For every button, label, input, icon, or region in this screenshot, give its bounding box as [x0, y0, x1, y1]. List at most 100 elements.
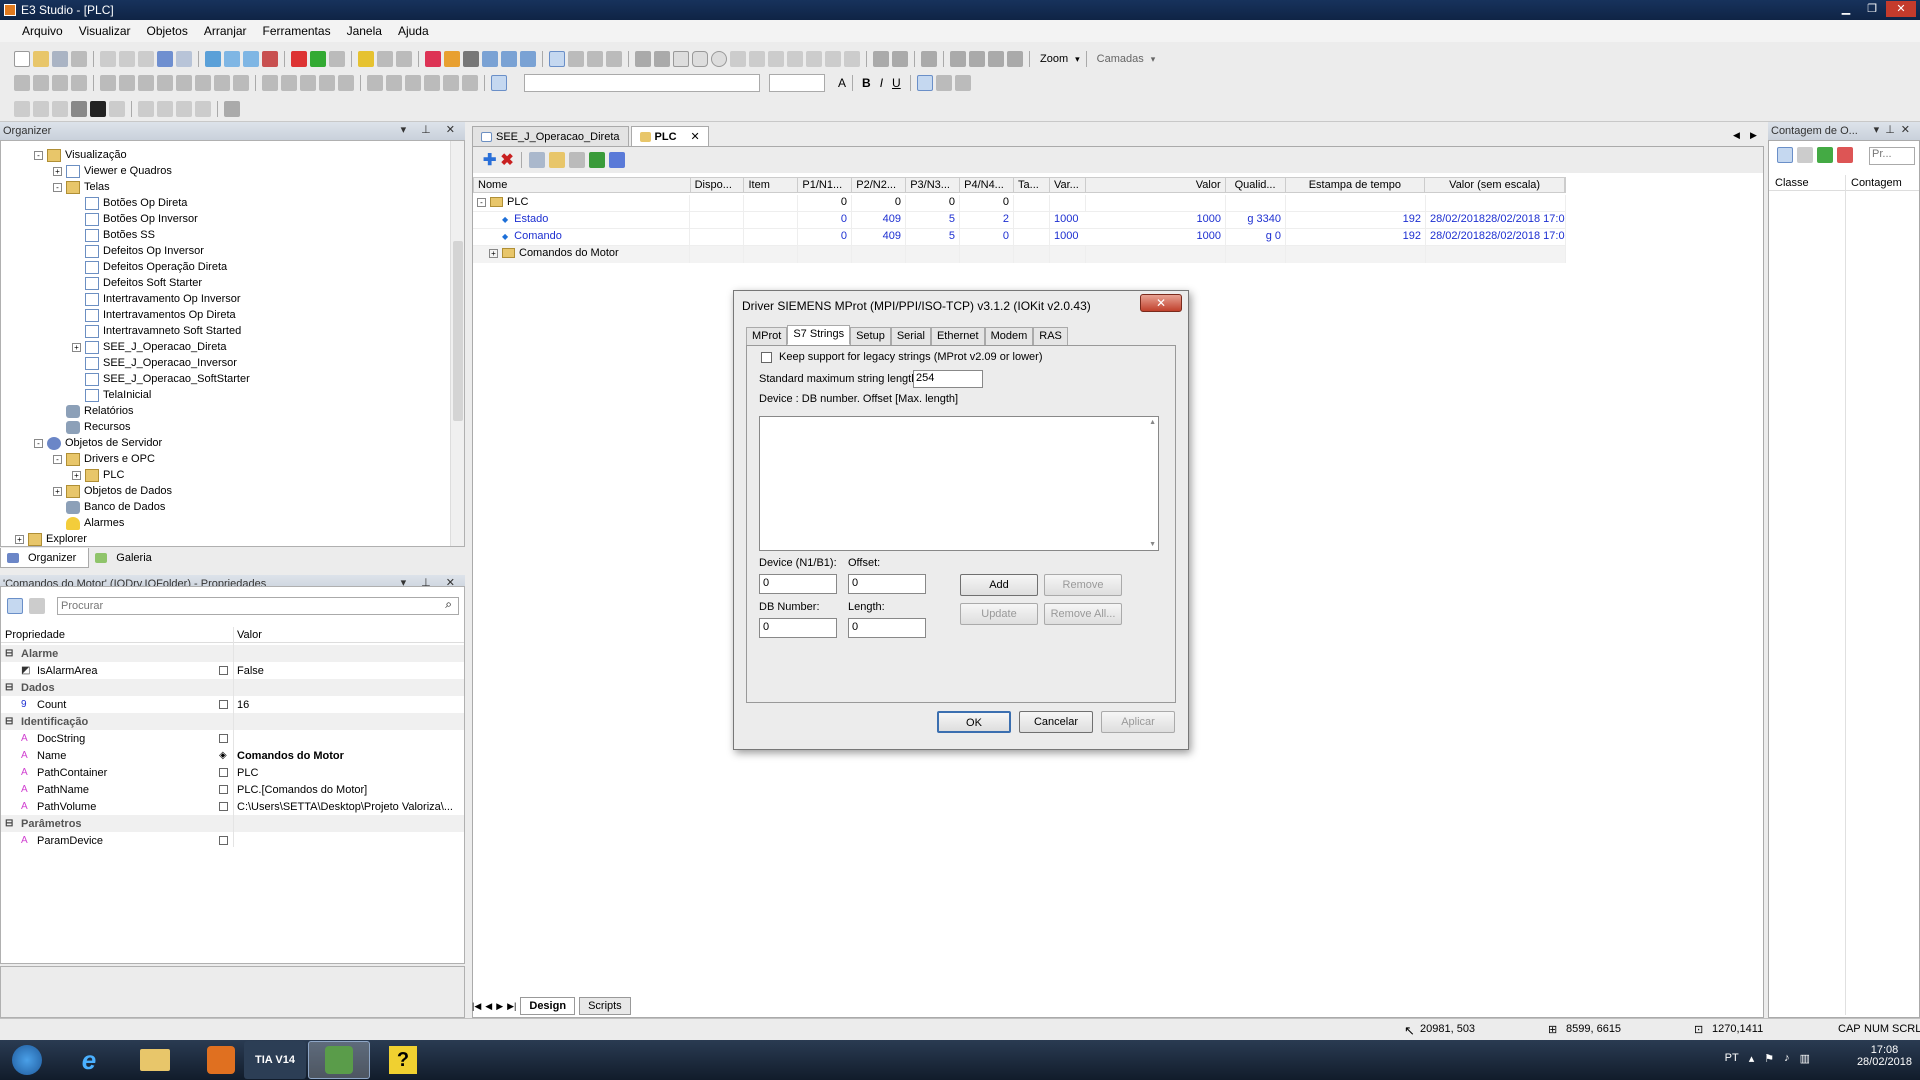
close-icon[interactable]: ✕ — [1886, 1, 1916, 17]
close-tab-icon[interactable]: ✕ — [691, 130, 700, 143]
tree-item[interactable]: Botões Op Inversor — [72, 211, 198, 227]
categorized-icon[interactable] — [7, 598, 23, 614]
update-button[interactable]: Update — [960, 603, 1038, 625]
object-count-buttons[interactable]: ▾⊥✕ — [1874, 123, 1916, 136]
tree-item[interactable]: + SEE_J_Operacao_Direta — [72, 339, 227, 355]
label-tool-icon[interactable] — [176, 75, 192, 91]
link-checkbox[interactable]: ◈ — [219, 751, 228, 761]
shadow-icon[interactable] — [138, 101, 154, 117]
grid-cell[interactable]: 5 — [906, 212, 960, 229]
column-header[interactable]: Valor — [1086, 178, 1226, 192]
tree-item[interactable]: + Objetos de Dados — [53, 483, 172, 499]
grid-cell[interactable] — [906, 246, 960, 263]
tree-item[interactable]: Defeitos Soft Starter — [72, 275, 202, 291]
grid-cell[interactable] — [1226, 195, 1286, 212]
tab-gallery[interactable]: Galeria — [89, 548, 163, 568]
link-checkbox[interactable] — [219, 836, 228, 845]
link-checkbox[interactable] — [219, 785, 228, 794]
tree-item[interactable]: Botões Op Direta — [72, 195, 187, 211]
stop-icon[interactable] — [291, 51, 307, 67]
list-scroll-down-icon[interactable]: ▼ — [1149, 541, 1156, 548]
grid-row[interactable]: ◆ Estado 0 409 5 2 1000 1000 g 3340 192 28/02/2018… — [473, 212, 1566, 229]
search-icon[interactable]: ⌕ — [445, 597, 452, 612]
line-icon[interactable] — [635, 51, 651, 67]
ellipse-icon[interactable] — [711, 51, 727, 67]
rectangle-icon[interactable] — [673, 51, 689, 67]
fmt2-icon[interactable] — [33, 75, 49, 91]
tab-ethernet[interactable]: Ethernet — [930, 327, 985, 345]
cut-icon[interactable] — [100, 51, 116, 67]
grid-cell[interactable] — [1286, 195, 1426, 212]
expand-icon[interactable]: + — [72, 470, 81, 480]
grid-cell[interactable]: 28/02/201828/02/2018 17:07:55,873 — [1426, 229, 1566, 246]
config-driver-icon[interactable] — [608, 152, 625, 168]
property-value[interactable]: False — [237, 665, 264, 677]
grid-cell[interactable]: 28/02/201828/02/2018 17:07:55,873 — [1426, 212, 1566, 229]
grid-cell[interactable]: g 3340 — [1226, 212, 1286, 229]
warning-icon[interactable] — [358, 51, 374, 67]
toggle-tool-icon[interactable] — [233, 75, 249, 91]
align-text-left-icon[interactable] — [916, 75, 933, 91]
tree-item[interactable]: Defeitos Operação Direta — [72, 259, 227, 275]
link-checkbox[interactable] — [219, 666, 228, 675]
delete-icon[interactable]: ✖ — [500, 150, 513, 170]
tab-see-j-operacao-direta[interactable]: SEE_J_Operacao_Direta — [472, 126, 629, 146]
align-icon[interactable] — [921, 51, 937, 67]
tree-item[interactable]: Intertravamento Op Inversor — [72, 291, 241, 307]
tab-mprot[interactable]: MProt — [746, 327, 788, 345]
spin-tool-icon[interactable] — [195, 75, 211, 91]
grid-cell[interactable] — [1014, 195, 1050, 212]
fill-icon[interactable] — [14, 101, 30, 117]
grid-cell[interactable]: 0 — [798, 212, 852, 229]
tree-item[interactable]: - Drivers e OPC — [53, 451, 155, 467]
collapse-icon[interactable]: - — [53, 454, 62, 464]
text-icon[interactable] — [806, 51, 822, 67]
flag-icon[interactable]: ⚑ — [1764, 1052, 1774, 1065]
polygon-icon[interactable] — [768, 51, 784, 67]
tab-setup[interactable]: Setup — [850, 327, 891, 345]
slider-tool-icon[interactable] — [157, 75, 173, 91]
pen-icon[interactable] — [749, 51, 765, 67]
paste-icon[interactable] — [138, 51, 154, 67]
edit2-icon[interactable] — [606, 51, 622, 67]
link-checkbox[interactable] — [219, 734, 228, 743]
menu-objetos[interactable]: Objetos — [139, 24, 196, 38]
line-width-icon[interactable] — [90, 101, 106, 117]
grid-cell[interactable] — [1426, 246, 1566, 263]
dialog-close-icon[interactable]: ✕ — [1140, 294, 1182, 312]
apply-button[interactable]: Aplicar — [1101, 711, 1175, 733]
layers-dropdown[interactable]: Camadas — [1093, 53, 1148, 65]
grid-cell[interactable] — [1014, 212, 1050, 229]
menu-arranjar[interactable]: Arranjar — [196, 24, 255, 38]
polyline-icon[interactable] — [654, 51, 670, 67]
column-header[interactable]: Qualid... — [1226, 178, 1286, 192]
grid-cell[interactable] — [1014, 246, 1050, 263]
textbox-tool-icon[interactable] — [214, 75, 230, 91]
grid-cell[interactable]: 5 — [906, 229, 960, 246]
collapse-icon[interactable]: ⊟ — [5, 716, 13, 727]
grid-cell[interactable] — [690, 229, 744, 246]
explorer-icon[interactable] — [124, 1041, 186, 1079]
tree-item[interactable]: SEE_J_Operacao_Inversor — [72, 355, 237, 371]
shadow4-icon[interactable] — [195, 101, 211, 117]
collapse-icon[interactable]: - — [34, 150, 43, 160]
restore-icon[interactable]: ❐ — [1860, 1, 1884, 17]
grid-cell[interactable] — [1086, 195, 1226, 212]
fmt4-icon[interactable] — [71, 75, 87, 91]
tree-item[interactable]: Defeitos Op Inversor — [72, 243, 204, 259]
property-value[interactable]: PLC — [237, 767, 258, 779]
remove-button[interactable]: Remove — [1044, 574, 1122, 596]
next-icon[interactable]: ▶ — [496, 1001, 503, 1012]
grid-cell[interactable]: 0 — [960, 229, 1014, 246]
grid-cell[interactable]: 2 — [960, 212, 1014, 229]
tool-icon[interactable] — [377, 51, 393, 67]
grid-cell[interactable]: 192 — [1286, 229, 1426, 246]
media-player-icon[interactable] — [190, 1041, 252, 1079]
link-checkbox[interactable] — [219, 700, 228, 709]
tab-modem[interactable]: Modem — [984, 327, 1034, 345]
count-view-icon[interactable] — [1777, 147, 1793, 163]
grid-cell[interactable] — [1426, 195, 1566, 212]
object-icon[interactable] — [425, 51, 441, 67]
grid-cell[interactable]: 409 — [852, 212, 906, 229]
setpoint-icon[interactable] — [844, 51, 860, 67]
